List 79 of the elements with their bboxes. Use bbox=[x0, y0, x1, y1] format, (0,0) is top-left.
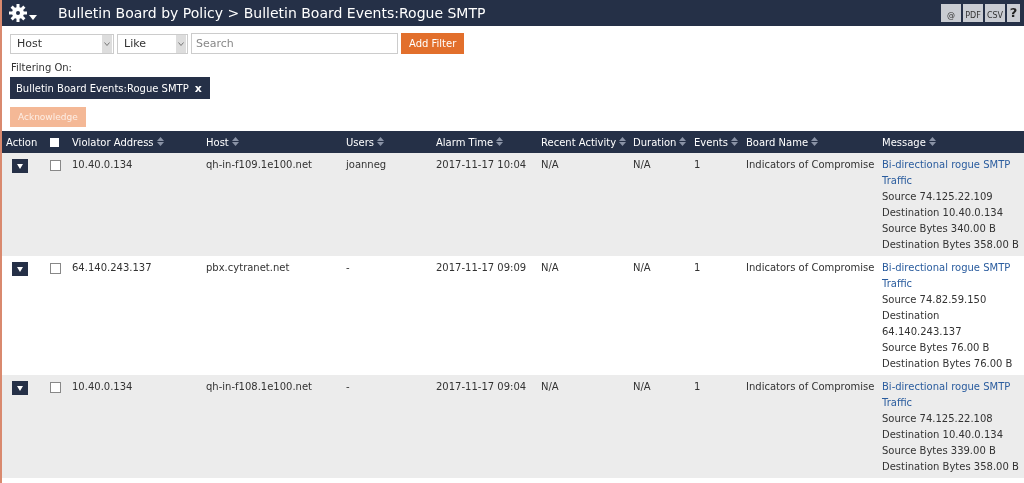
column-header[interactable]: Users bbox=[346, 136, 374, 148]
message-line: Source Bytes 76.00 B bbox=[882, 341, 991, 355]
message-line: Destination Bytes 358.00 B bbox=[882, 460, 1020, 474]
message-line: Source Bytes 339.00 B bbox=[882, 444, 997, 458]
field-select[interactable]: Host bbox=[10, 33, 114, 54]
sort-icon[interactable] bbox=[811, 136, 819, 146]
duration-cell: N/A bbox=[633, 159, 651, 170]
column-header[interactable]: Recent Activity bbox=[541, 136, 617, 148]
sort-icon[interactable] bbox=[377, 136, 384, 146]
message-line: Destination 10.40.0.134 bbox=[882, 206, 1004, 220]
row-checkbox[interactable] bbox=[50, 382, 61, 393]
duration-cell: N/A bbox=[633, 262, 651, 273]
row-checkbox[interactable] bbox=[50, 160, 61, 171]
sort-icon[interactable] bbox=[231, 136, 239, 146]
message-line: Source Bytes 340.00 B bbox=[882, 222, 997, 236]
remove-filter-button[interactable]: x bbox=[194, 81, 202, 95]
board-name-cell: Indicators of Compromise bbox=[746, 262, 875, 273]
sort-icon[interactable] bbox=[730, 136, 738, 146]
column-header[interactable]: Alarm Time bbox=[436, 136, 494, 148]
filtering-on-label: Filtering On: bbox=[10, 61, 73, 75]
users-cell: - bbox=[346, 262, 350, 273]
alarm-time-cell: 2017-11-17 10:04 bbox=[436, 159, 527, 170]
host-cell: qh-in-f108.1e100.net bbox=[206, 381, 312, 392]
message-line: Bi-directional rogue SMTP Traffic bbox=[882, 261, 1012, 291]
gear-menu-icon[interactable] bbox=[8, 3, 38, 23]
message-line: Destination 10.40.0.134 bbox=[882, 428, 1004, 442]
message-line: Destination Bytes 76.00 B bbox=[882, 357, 1014, 371]
action-dropdown-icon[interactable] bbox=[12, 381, 28, 395]
sort-icon[interactable] bbox=[679, 136, 687, 146]
column-header[interactable]: Board Name bbox=[746, 136, 809, 148]
search-field[interactable]: Search bbox=[191, 33, 398, 54]
message-line: Source 74.82.59.150 bbox=[882, 293, 988, 307]
host-cell: qh-in-f109.1e100.net bbox=[206, 159, 312, 170]
events-cell: 1 bbox=[694, 262, 701, 273]
dropdown-caret-icon bbox=[102, 34, 112, 53]
sort-icon[interactable] bbox=[619, 136, 627, 146]
events-cell: 1 bbox=[694, 159, 701, 170]
alarm-time-cell: 2017-11-17 09:04 bbox=[436, 381, 527, 392]
column-header[interactable]: Host bbox=[206, 136, 229, 148]
board-name-cell: Indicators of Compromise bbox=[746, 159, 875, 170]
dropdown-caret-icon bbox=[176, 34, 186, 53]
violator-address-cell: 10.40.0.134 bbox=[72, 381, 133, 392]
host-cell: pbx.cytranet.net bbox=[206, 262, 290, 273]
users-cell: - bbox=[346, 381, 350, 392]
alarm-time-cell: 2017-11-17 09:09 bbox=[436, 262, 527, 273]
export-button[interactable]: PDF bbox=[963, 4, 983, 22]
recent-activity-cell: N/A bbox=[541, 381, 559, 392]
column-header[interactable]: Violator Address bbox=[72, 136, 154, 148]
violator-address-cell: 64.140.243.137 bbox=[72, 262, 152, 273]
message-line: Bi-directional rogue SMTP Traffic bbox=[882, 380, 1012, 410]
column-header[interactable]: Message bbox=[882, 136, 926, 148]
violator-address-cell: 10.40.0.134 bbox=[72, 159, 133, 170]
message-line: Bi-directional rogue SMTP Traffic bbox=[882, 158, 1012, 188]
export-button[interactable]: CSV bbox=[985, 4, 1005, 22]
message-line: Destination 64.140.243.137 bbox=[882, 309, 963, 339]
operator-select[interactable]: Like bbox=[117, 33, 188, 54]
select-all-checkbox[interactable] bbox=[50, 138, 59, 147]
users-cell: joanneg bbox=[346, 159, 387, 170]
message-line: Source 74.125.22.108 bbox=[882, 412, 994, 426]
sort-icon[interactable] bbox=[928, 136, 936, 146]
action-dropdown-icon[interactable] bbox=[12, 159, 28, 173]
events-cell: 1 bbox=[694, 381, 701, 392]
recent-activity-cell: N/A bbox=[541, 159, 559, 170]
breadcrumb-title: Bulletin Board by Policy > Bulletin Board Events:Rogue SMTP bbox=[58, 5, 486, 21]
recent-activity-cell: N/A bbox=[541, 262, 559, 273]
board-name-cell: Indicators of Compromise bbox=[746, 381, 875, 392]
column-header[interactable]: Events bbox=[694, 136, 728, 148]
action-dropdown-icon[interactable] bbox=[12, 262, 28, 276]
column-header: Action bbox=[6, 136, 38, 148]
help-button[interactable]: ? bbox=[1007, 4, 1020, 22]
export-button[interactable]: @ bbox=[941, 4, 961, 22]
sort-icon[interactable] bbox=[496, 136, 504, 146]
column-header[interactable]: Duration bbox=[633, 136, 677, 148]
message-line: Destination Bytes 358.00 B bbox=[882, 238, 1020, 252]
duration-cell: N/A bbox=[633, 381, 651, 392]
sort-icon[interactable] bbox=[156, 136, 164, 146]
row-checkbox[interactable] bbox=[50, 263, 61, 274]
filter-chip-label: Bulletin Board Events:Rogue SMTP bbox=[16, 82, 189, 94]
message-line: Source 74.125.22.109 bbox=[882, 190, 994, 204]
